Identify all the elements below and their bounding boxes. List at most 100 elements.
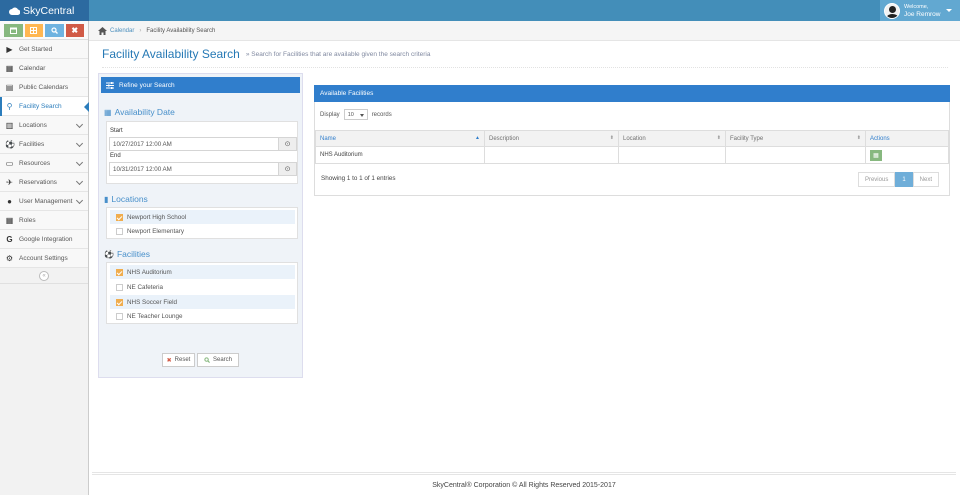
cell-description (484, 146, 619, 164)
grid-icon[interactable] (24, 24, 43, 37)
sidebar-item-user-management[interactable]: ● User Management (0, 192, 88, 211)
chevron-down-icon (75, 158, 84, 167)
clock-icon[interactable]: ⊙ (278, 138, 296, 150)
footer-copyright: SkyCentral® Corporation © All Rights Res… (432, 481, 616, 489)
column-header-name[interactable]: Name ▲ (315, 130, 485, 147)
home-icon (98, 26, 107, 35)
refine-search-header: Refine your Search (101, 77, 300, 93)
search-button[interactable]: Search (197, 353, 239, 367)
calendar-icon: ▤ (5, 82, 14, 92)
top-navbar: SkyCentral Welcome, Joe Remrow (0, 0, 960, 21)
sidebar-collapse-toggle[interactable]: « (0, 268, 88, 284)
calendar-icon[interactable] (4, 24, 23, 37)
cell-location (618, 146, 726, 164)
th-icon: ▦ (5, 215, 14, 225)
sidebar: ✖ ▶ Get Started ▦ Calendar ▤ Public Calenda… (0, 21, 89, 495)
chevron-down-icon (75, 196, 84, 205)
sort-asc-icon: ▲ (475, 135, 480, 141)
plane-icon: ✈ (6, 177, 13, 187)
location-checkbox-newport-elementary[interactable]: Newport Elementary (110, 224, 295, 238)
sidebar-item-account-settings[interactable]: ⚙ Account Settings (0, 249, 88, 268)
gear-icon: ⚙ (5, 253, 14, 263)
availability-date-heading: ▦ Availability Date (104, 107, 175, 117)
sidebar-item-google-integration[interactable]: G Google Integration (0, 230, 88, 249)
facilities-box: NHS Auditorium NE Cafeteria NHS Soccer F… (106, 262, 298, 324)
map-icon: ▥ (5, 120, 14, 130)
display-label: Display (320, 111, 340, 118)
avatar (884, 2, 900, 19)
calendar-action-icon[interactable]: ▦ (870, 149, 882, 161)
page-header: Facility Availability Search » Search fo… (102, 41, 948, 68)
cell-facility-type (725, 146, 866, 164)
page-subtitle: » Search for Facilities that are availab… (245, 50, 431, 58)
sidebar-item-public-calendars[interactable]: ▤ Public Calendars (0, 78, 88, 97)
chevron-down-icon (75, 120, 84, 129)
calendar-icon: ▦ (5, 63, 14, 73)
footer: SkyCentral® Corporation © All Rights Res… (92, 472, 956, 495)
close-icon[interactable]: ✖ (65, 24, 84, 37)
page-title: Facility Availability Search (102, 47, 240, 61)
facility-checkbox-ne-teacher-lounge[interactable]: NE Teacher Lounge (110, 309, 295, 323)
pagination-page-1[interactable]: 1 (895, 172, 913, 187)
close-icon: ✖ (166, 357, 172, 364)
locations-heading: ▮ Locations (104, 194, 148, 204)
pagination: Previous 1 Next (857, 172, 939, 187)
column-header-facility-type[interactable]: Facility Type ⬍ (725, 130, 866, 147)
facilities-heading: ⚽ Facilities (104, 249, 151, 259)
user-menu[interactable]: Welcome, Joe Remrow (880, 0, 960, 21)
users-icon: ● (7, 196, 12, 206)
sidebar-item-get-started[interactable]: ▶ Get Started (0, 40, 88, 59)
start-label: Start (110, 128, 123, 134)
available-facilities-header: Available Facilities (314, 85, 950, 102)
brand-logo[interactable]: SkyCentral (0, 0, 89, 21)
search-icon: ⚲ (6, 101, 13, 111)
soccer-icon: ⚽ (5, 139, 15, 149)
cloud-icon (9, 7, 20, 15)
sidebar-item-roles[interactable]: ▦ Roles (0, 211, 88, 230)
breadcrumb-calendar-link[interactable]: Calendar (110, 28, 134, 34)
brand-name: SkyCentral (23, 4, 75, 17)
building-icon: ▮ (104, 194, 109, 204)
sort-icon: ⬍ (716, 135, 721, 141)
search-icon[interactable] (45, 24, 64, 37)
sidebar-item-calendar[interactable]: ▦ Calendar (0, 59, 88, 78)
facilities-table: Name ▲ Description ⬍ Location ⬍ Facility Ty… (315, 130, 949, 164)
sort-icon: ⬍ (609, 135, 614, 141)
table-info: Showing 1 to 1 of 1 entries (321, 175, 396, 182)
sidebar-item-facility-search[interactable]: ⚲ Facility Search (0, 97, 89, 116)
play-icon: ▶ (6, 44, 13, 54)
welcome-text: Welcome, (904, 3, 929, 10)
refine-search-title: Refine your Search (119, 81, 175, 89)
refine-search-panel: Refine your Search ▦ Availability Date S… (98, 73, 303, 378)
reset-button[interactable]: ✖ Reset (162, 353, 195, 367)
sidebar-nav: ▶ Get Started ▦ Calendar ▤ Public Calendars… (0, 40, 89, 268)
caret-down-icon (946, 9, 953, 12)
column-header-location[interactable]: Location ⬍ (618, 130, 726, 147)
sidebar-item-facilities[interactable]: ⚽ Facilities (0, 135, 88, 154)
calendar-icon: ▦ (104, 107, 112, 117)
chevron-down-icon (75, 177, 84, 186)
clock-icon[interactable]: ⊙ (278, 163, 296, 175)
column-header-actions: Actions (865, 130, 949, 147)
sidebar-item-reservations[interactable]: ✈ Reservations (0, 173, 88, 192)
sidebar-item-resources[interactable]: ▭ Resources (0, 154, 88, 173)
sliders-icon (106, 81, 114, 89)
available-facilities-body: Display 10 records Name ▲ Description ⬍ Lo… (314, 102, 950, 196)
facility-checkbox-nhs-auditorium[interactable]: NHS Auditorium (110, 265, 295, 279)
double-chevron-left-icon: « (39, 270, 49, 281)
location-checkbox-newport-high-school[interactable]: Newport High School (110, 210, 295, 224)
page-length-control: Display 10 records (320, 109, 392, 120)
page-length-select[interactable]: 10 (343, 109, 368, 120)
records-label: records (371, 111, 392, 118)
end-date-field[interactable]: 10/31/2017 12:00 AM ⊙ (109, 162, 297, 176)
pagination-next[interactable]: Next (912, 172, 939, 187)
pagination-previous[interactable]: Previous (857, 172, 896, 187)
column-header-description[interactable]: Description ⬍ (484, 130, 619, 147)
breadcrumb-separator: › (139, 27, 142, 34)
chevron-down-icon (75, 139, 84, 148)
start-date-field[interactable]: 10/27/2017 12:00 AM ⊙ (109, 137, 297, 151)
facility-checkbox-nhs-soccer-field[interactable]: NHS Soccer Field (110, 295, 295, 309)
sidebar-item-locations[interactable]: ▥ Locations (0, 116, 88, 135)
facility-checkbox-ne-cafeteria[interactable]: NE Cafeteria (110, 280, 295, 294)
desktop-icon: ▭ (5, 158, 14, 168)
